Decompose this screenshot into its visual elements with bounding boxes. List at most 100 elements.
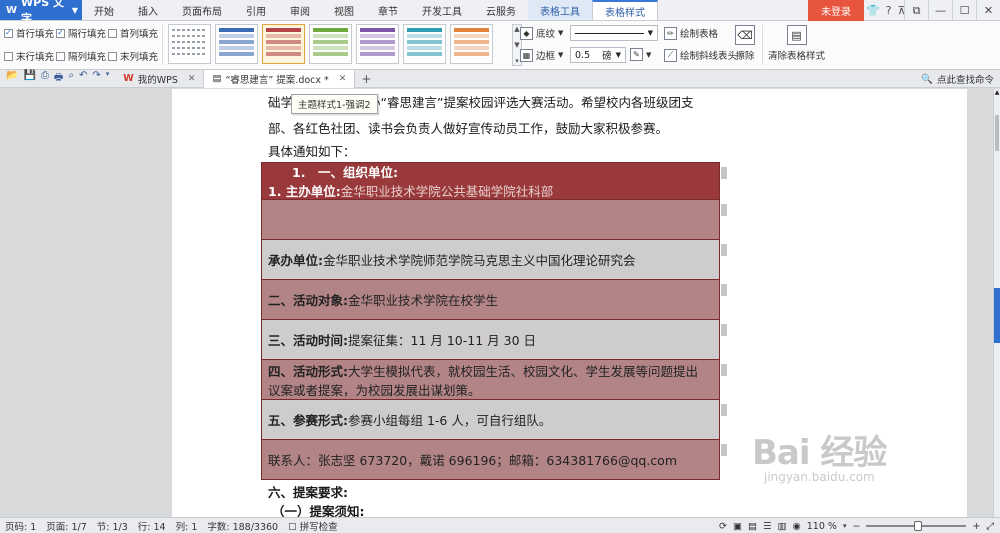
vertical-scrollbar[interactable]: ▲ <box>993 89 1000 517</box>
document-table[interactable]: 1. 一、组织单位: 1. 主办单位:金华职业技术学院公共基础学院社科部 承办单位:… <box>261 162 727 480</box>
login-button[interactable]: 未登录 <box>808 0 864 21</box>
check-first-row[interactable]: ✓ 首行填充 <box>4 26 54 40</box>
restore-icon[interactable]: ⧉ <box>904 0 928 21</box>
tab-my-wps[interactable]: W 我的WPS ✕ <box>115 69 205 88</box>
status-words[interactable]: 字数: 188/3360 <box>202 519 283 533</box>
sync-icon[interactable]: ⟳ <box>719 521 727 532</box>
draw-table-button[interactable]: ✏ 绘制表格 <box>664 26 718 40</box>
table-style-plain[interactable] <box>168 24 211 64</box>
table-row[interactable]: 1. 一、组织单位: 1. 主办单位:金华职业技术学院公共基础学院社科部 <box>261 162 727 200</box>
table-style-purple[interactable] <box>356 24 399 64</box>
add-tab-button[interactable]: + <box>355 72 377 86</box>
menu-references[interactable]: 引用 <box>234 0 278 20</box>
chevron-down-icon[interactable]: ▼ <box>514 41 519 49</box>
menu-review[interactable]: 审阅 <box>278 0 322 20</box>
chevron-down-icon[interactable]: ▾ <box>843 522 847 530</box>
preview-icon[interactable]: ⌕ <box>68 70 74 87</box>
minimize-icon[interactable]: — <box>928 0 952 21</box>
check-banded-cols[interactable]: 隔列填充 <box>56 49 106 63</box>
status-section: 节: 1/3 <box>96 521 128 533</box>
table-row[interactable]: 三、活动时间:提案征集：11 月 10-11 月 30 日 <box>261 320 727 360</box>
table-style-teal[interactable] <box>403 24 446 64</box>
command-search[interactable]: 🔍 点此查找命令 <box>921 70 994 88</box>
cell-line: 1. 一、组织单位: <box>268 162 713 181</box>
close-icon[interactable]: ✕ <box>188 74 196 84</box>
cell-text: 金华职业技术学院师范学院马克思主义中国化理论研究会 <box>323 253 636 268</box>
eye-icon[interactable]: ◉ <box>792 521 800 532</box>
print-icon[interactable]: 🖶 <box>54 70 63 87</box>
style-preview-row <box>172 35 207 37</box>
table-row[interactable] <box>261 200 727 240</box>
divider <box>762 25 763 65</box>
draw-diagonal-button[interactable]: ⟋ 绘制斜线表头 <box>664 48 737 62</box>
export-pdf-icon[interactable]: ⎙ <box>41 70 49 87</box>
cell-label: 三、活动时间: <box>268 333 348 348</box>
expand-icon[interactable]: ▾ <box>515 57 519 65</box>
view-outline-icon[interactable]: ☰ <box>763 521 772 532</box>
zoom-slider[interactable] <box>866 521 967 531</box>
clear-style-button[interactable]: ▤ 清除表格样式 <box>768 25 825 62</box>
pen-color-button[interactable]: ✎ ▼ <box>630 48 651 61</box>
check-banded-rows[interactable]: ✓ 隔行填充 <box>56 26 106 40</box>
shading-button[interactable]: ◆ 底纹 ▼ <box>520 26 563 40</box>
help-icon[interactable]: ? <box>886 4 892 17</box>
spell-check-toggle[interactable]: ☐ 拼写检查 <box>283 519 343 533</box>
table-row[interactable]: 联系人：张志坚 673720，戴诺 696196；邮箱：634381766@qq… <box>261 440 727 480</box>
scroll-thumb[interactable] <box>995 115 999 151</box>
table-row[interactable]: 承办单位:金华职业技术学院师范学院马克思主义中国化理论研究会 <box>261 240 727 280</box>
style-preview-row <box>407 28 442 32</box>
check-first-col[interactable]: 首列填充 <box>108 26 158 40</box>
menu-table-style[interactable]: 表格样式 <box>592 0 658 20</box>
line-width-select[interactable]: 0.5 磅 ▼ <box>570 47 626 63</box>
chevron-up-icon[interactable]: ▲ <box>994 89 1000 99</box>
table-style-blue[interactable] <box>215 24 258 64</box>
menu-developer[interactable]: 开发工具 <box>410 0 474 20</box>
view-web-icon[interactable]: ▤ <box>748 521 757 532</box>
menu-insert[interactable]: 插入 <box>126 0 170 20</box>
table-row[interactable]: 五、参赛形式:参赛小组每组 1-6 人，可自行组队。 <box>261 400 727 440</box>
table-row[interactable]: 四、活动形式:大学生模拟代表，就校园生活、校园文化、学生发展等问题提出 议案或者提… <box>261 360 727 400</box>
cell-label: 五、参赛形式: <box>268 413 348 428</box>
diagonal-header-icon: ⟋ <box>664 48 677 62</box>
open-icon[interactable]: 📂 <box>6 70 18 87</box>
zoom-out-icon[interactable]: − <box>852 521 860 532</box>
check-last-row[interactable]: 末行填充 <box>4 49 54 63</box>
fit-width-icon[interactable]: ⤢ <box>986 521 994 532</box>
wps-logo-icon: W <box>6 4 18 16</box>
save-icon[interactable]: 💾 <box>23 70 35 87</box>
tab-document[interactable]: ▤ “睿思建言” 提案.docx * ✕ <box>204 69 356 88</box>
zoom-slider-knob[interactable] <box>914 521 923 531</box>
shirt-icon[interactable]: 👕 <box>866 4 880 17</box>
style-preview-row <box>313 28 348 32</box>
chevron-down-icon[interactable]: ▾ <box>106 70 110 87</box>
side-panel-marker[interactable] <box>994 288 1000 343</box>
undo-icon[interactable]: ↶ <box>79 70 87 87</box>
menu-view[interactable]: 视图 <box>322 0 366 20</box>
table-style-red[interactable] <box>262 24 305 64</box>
check-last-col[interactable]: 末列填充 <box>108 49 158 63</box>
table-style-orange[interactable] <box>450 24 493 64</box>
view-read-icon[interactable]: ▥ <box>777 521 786 532</box>
erase-button[interactable]: ⌫ 擦除 <box>735 25 755 62</box>
table-style-green[interactable] <box>309 24 352 64</box>
chevron-up-icon[interactable]: ▲ <box>514 25 519 33</box>
redo-icon[interactable]: ↷ <box>92 70 100 87</box>
view-page-icon[interactable]: ▣ <box>733 521 742 532</box>
app-menu-button[interactable]: W WPS 文字 ▼ <box>0 0 82 25</box>
status-row: 行: 14 <box>137 521 166 533</box>
border-button[interactable]: ▦ 边框 ▼ <box>520 48 563 62</box>
status-page-number: 页码: 1 <box>5 521 37 533</box>
menu-cloud[interactable]: 云服务 <box>474 0 528 20</box>
maximize-icon[interactable]: ☐ <box>952 0 976 21</box>
close-icon[interactable]: ✕ <box>339 74 347 84</box>
table-row[interactable]: 二、活动对象:金华职业技术学院在校学生 <box>261 280 727 320</box>
line-style-select[interactable]: ▼ <box>570 25 658 41</box>
menu-home[interactable]: 开始 <box>82 0 126 20</box>
close-icon[interactable]: ✕ <box>976 0 1000 21</box>
zoom-in-icon[interactable]: + <box>972 521 980 532</box>
menu-layout[interactable]: 页面布局 <box>170 0 234 20</box>
style-preview-row <box>313 40 348 44</box>
zoom-value[interactable]: 110 % <box>807 521 837 532</box>
menu-table-tools[interactable]: 表格工具 <box>528 0 592 20</box>
menu-section[interactable]: 章节 <box>366 0 410 20</box>
